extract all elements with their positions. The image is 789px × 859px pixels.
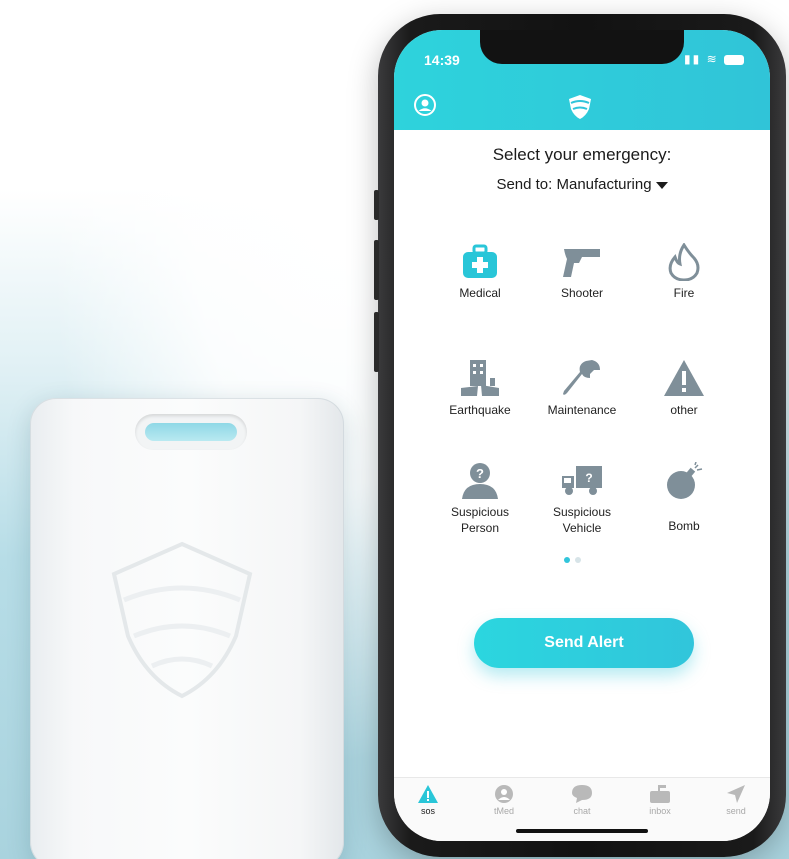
emergency-shooter[interactable]: Shooter — [532, 243, 632, 301]
earthquake-icon — [461, 360, 499, 396]
notch — [480, 30, 684, 64]
page-dot — [575, 557, 581, 563]
suspicious-person-icon: ? — [462, 463, 498, 499]
emergency-suspicious-person[interactable]: ? Suspicious Person — [430, 462, 530, 536]
send-to-dropdown[interactable]: Send to: Manufacturing — [394, 176, 770, 193]
page-title: Select your emergency: — [492, 145, 672, 164]
keycard-slot — [135, 414, 247, 450]
battery-icon — [724, 54, 744, 65]
emergency-label: Shooter — [560, 286, 604, 300]
warning-icon — [664, 360, 704, 396]
phone-frame: 14:39 ▮▮ ≋ Select your emergency: Send t… — [374, 14, 786, 857]
bomb-icon — [667, 462, 703, 499]
tab-label: send — [726, 806, 746, 816]
side-button — [374, 190, 379, 220]
gun-icon — [563, 249, 600, 277]
app-header: 14:39 ▮▮ ≋ — [394, 30, 770, 130]
emergency-label: other — [670, 403, 698, 417]
keycard-device — [30, 398, 344, 859]
tab-inbox[interactable]: inbox — [630, 784, 690, 816]
svg-text:?: ? — [585, 471, 592, 485]
emergency-label: Fire — [673, 286, 695, 300]
emergency-label: Medical — [459, 286, 501, 300]
medical-kit-icon — [463, 244, 497, 278]
bottom-tab-bar: sos tMed chat inbox send — [394, 777, 770, 841]
tab-label: chat — [573, 806, 591, 816]
tab-label: sos — [420, 806, 435, 816]
suspicious-vehicle-icon: ? — [562, 466, 602, 495]
tab-sos[interactable]: sos — [398, 784, 458, 816]
emergency-label: Earthquake — [449, 403, 511, 417]
tab-chat[interactable]: chat — [552, 784, 612, 816]
wifi-icon: ≋ — [706, 52, 719, 66]
emergency-label: Suspicious Vehicle — [552, 505, 612, 535]
tab-label: inbox — [649, 806, 671, 816]
emergency-medical[interactable]: Medical — [430, 243, 530, 301]
emergency-maintenance[interactable]: Maintenance — [532, 358, 632, 418]
svg-text:?: ? — [476, 466, 484, 481]
emergency-label: Suspicious Person — [450, 505, 510, 535]
page-dot-active — [564, 557, 570, 563]
tab-label: tMed — [493, 806, 514, 816]
send-icon — [727, 785, 745, 803]
volume-up-button — [374, 240, 379, 300]
profile-icon[interactable] — [414, 94, 436, 116]
emergency-fire[interactable]: Fire — [634, 243, 734, 301]
volume-down-button — [374, 312, 379, 372]
signal-icon: ▮▮ — [684, 52, 702, 66]
emergency-bomb[interactable]: Bomb — [634, 462, 734, 534]
tmed-icon — [495, 785, 513, 803]
phone-screen: 14:39 ▮▮ ≋ Select your emergency: Send t… — [394, 30, 770, 841]
status-time: 14:39 — [424, 52, 460, 68]
emergency-suspicious-vehicle[interactable]: ? Suspicious Vehicle — [532, 462, 632, 536]
home-indicator — [516, 829, 648, 833]
status-icons: ▮▮ ≋ — [684, 52, 744, 66]
sos-alert-icon — [418, 785, 438, 803]
emergency-label: Bomb — [668, 519, 700, 533]
emergency-earthquake[interactable]: Earthquake — [430, 358, 530, 418]
chat-icon — [572, 785, 592, 803]
inbox-icon — [650, 785, 670, 803]
wrench-icon — [563, 360, 600, 395]
shield-logo-icon — [569, 95, 591, 119]
shield-emboss-icon — [111, 541, 253, 699]
tab-send[interactable]: send — [706, 784, 766, 816]
send-alert-button[interactable]: Send Alert — [474, 618, 694, 668]
emergency-label: Maintenance — [547, 403, 617, 417]
chevron-down-icon — [655, 181, 668, 189]
fire-icon — [668, 243, 700, 281]
tab-tmed[interactable]: tMed — [474, 784, 534, 816]
send-to-label: Send to: Manufacturing — [496, 176, 652, 193]
emergency-other[interactable]: other — [634, 358, 734, 418]
page-indicator — [564, 550, 586, 568]
